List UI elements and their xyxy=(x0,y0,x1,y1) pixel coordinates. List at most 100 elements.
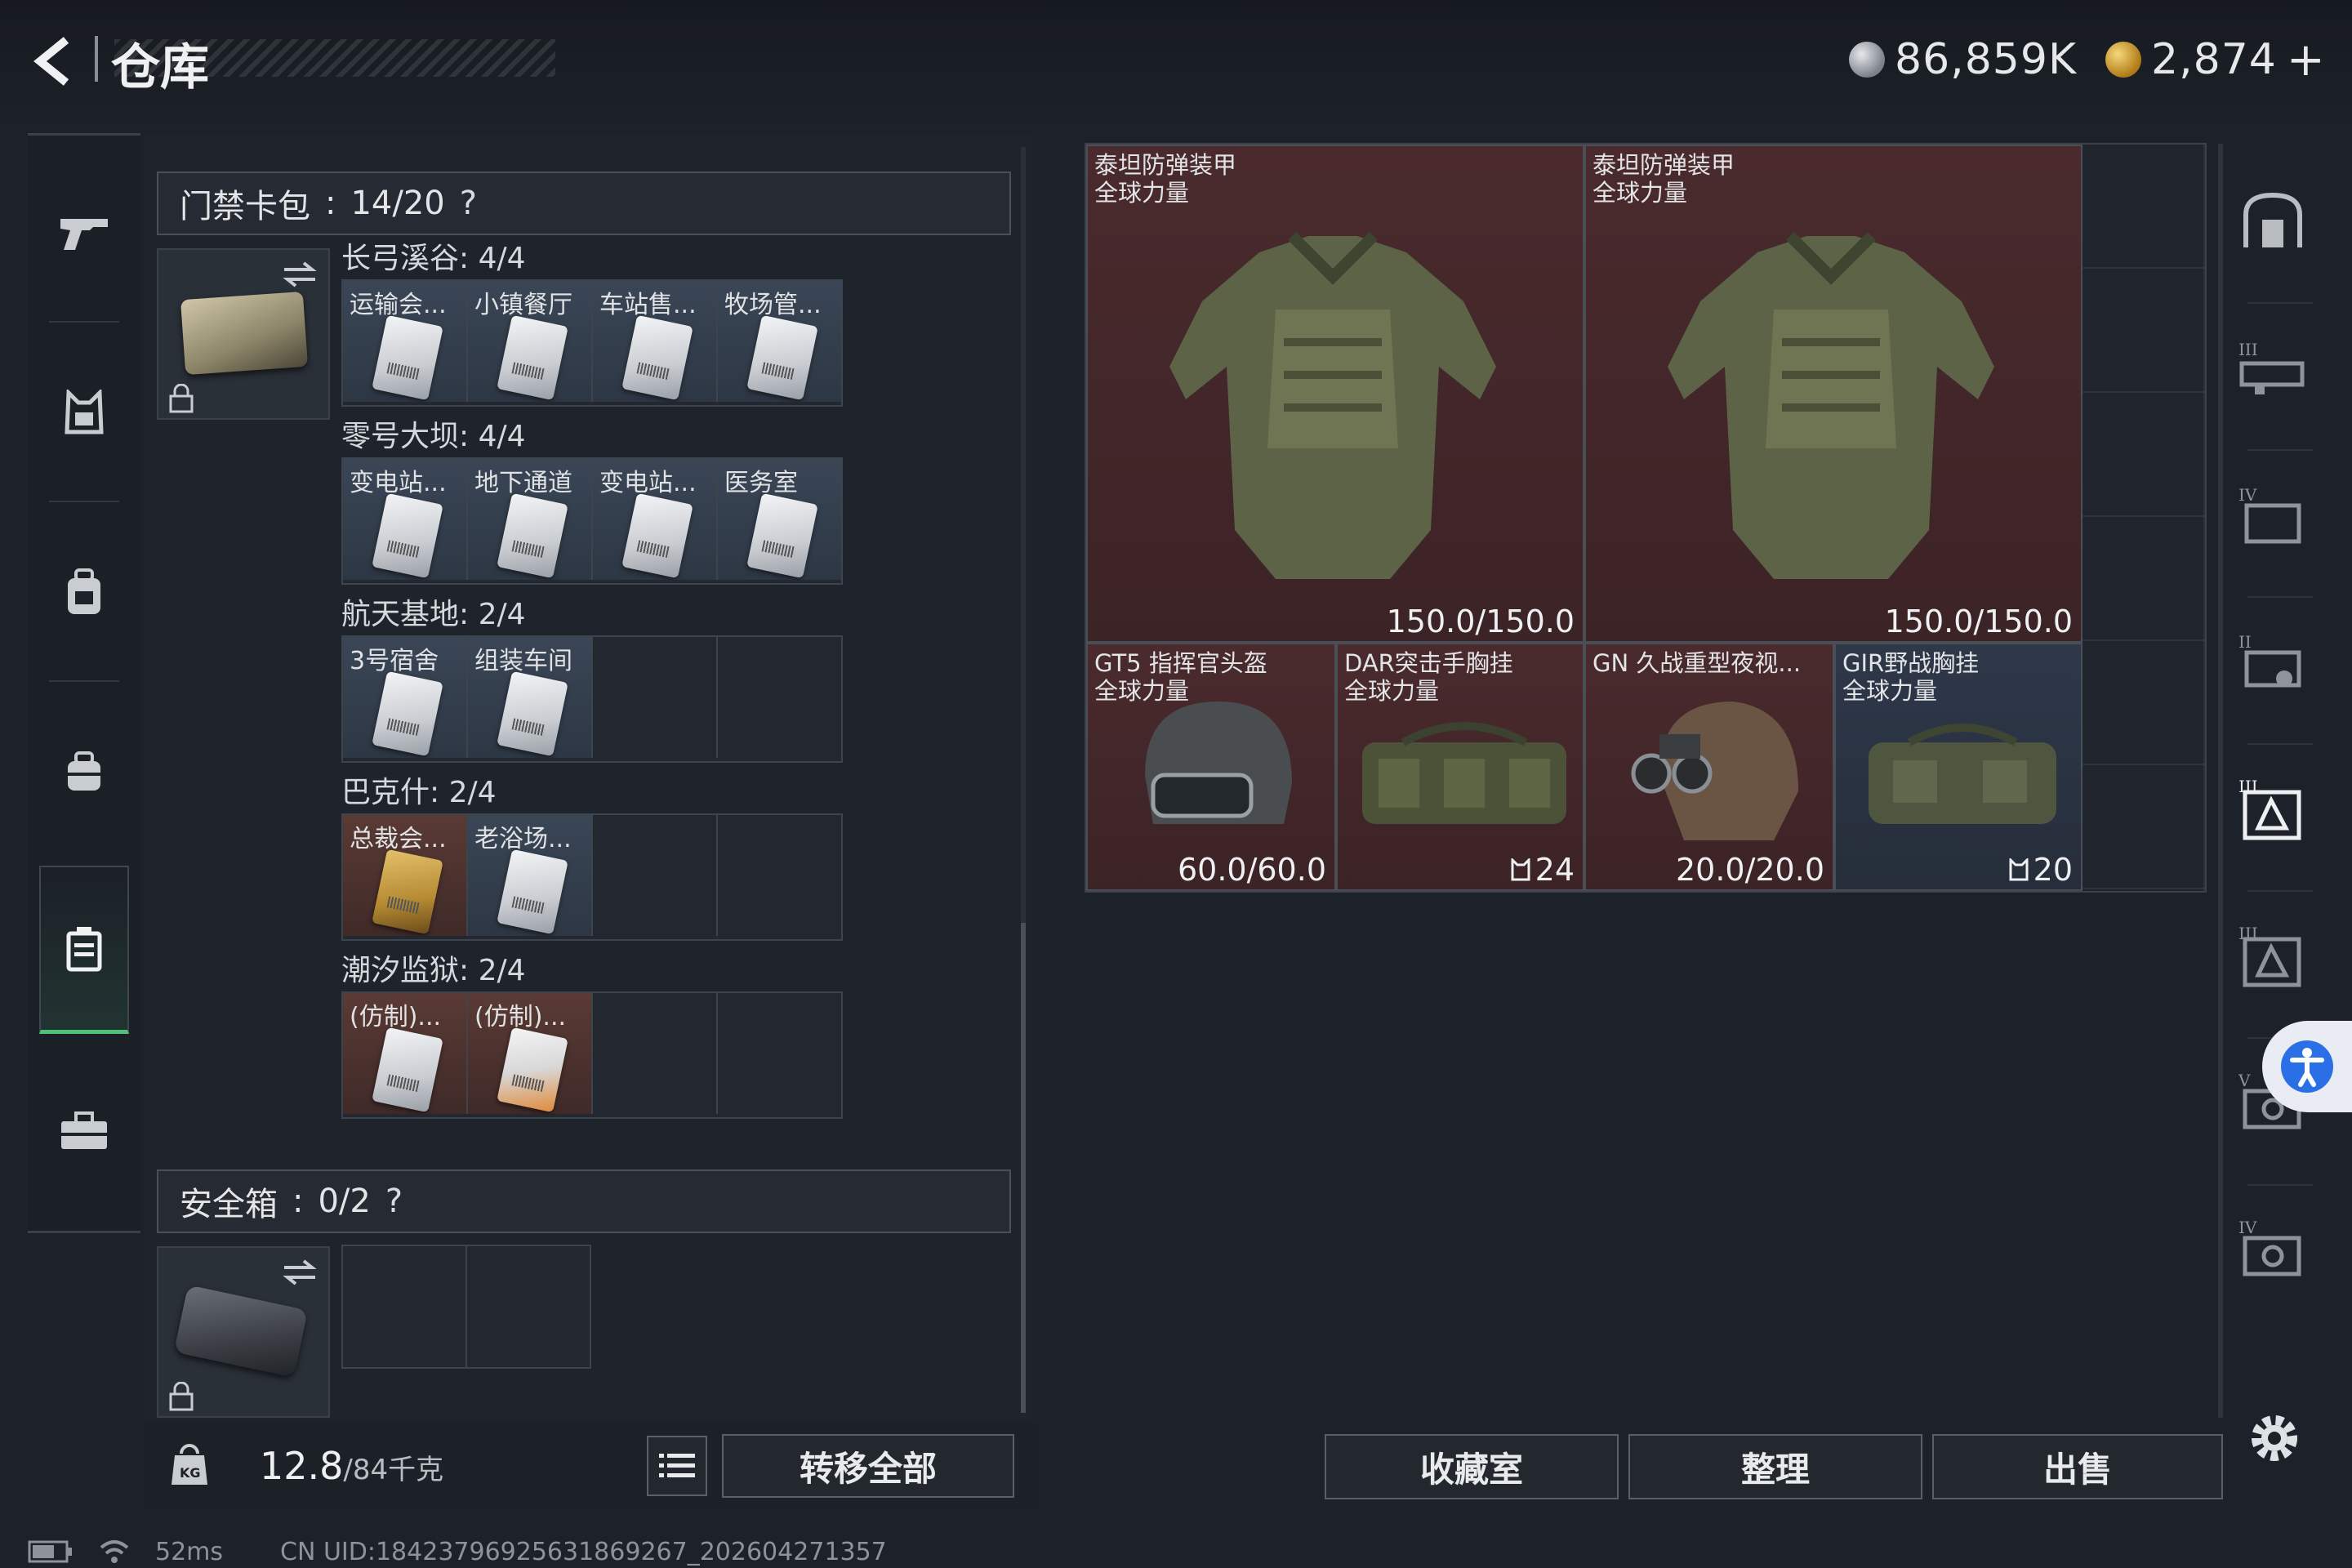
stash-item-gn-nvg-helmet[interactable]: GN 久战重型夜视... 20.0/20.0 xyxy=(1584,643,1834,891)
keycard-image xyxy=(372,492,443,579)
item-name: 泰坦防弹装甲 xyxy=(1592,151,1735,179)
item-faction: 全球力量 xyxy=(1592,179,1688,207)
keycard-container-slot[interactable] xyxy=(157,248,330,420)
keycard-image xyxy=(497,849,568,935)
nav-keycard-active[interactable] xyxy=(39,866,129,1034)
empty-keycard-slot[interactable] xyxy=(718,993,841,1114)
gold-amount: 2,874 xyxy=(2151,35,2277,84)
back-arrow-icon xyxy=(33,37,69,86)
settings-button[interactable] xyxy=(2246,1410,2303,1467)
organize-button[interactable]: 整理 xyxy=(1628,1434,1922,1499)
stash-scrollbar[interactable] xyxy=(2218,144,2223,1418)
add-currency-button[interactable]: + xyxy=(2287,33,2326,87)
keycard-slot[interactable]: 3号宿舍 xyxy=(343,637,468,758)
nav-briefcase[interactable] xyxy=(28,1045,140,1217)
empty-keycard-slot[interactable] xyxy=(718,815,841,936)
box-icon: IV xyxy=(2238,485,2301,544)
nav-weapon[interactable] xyxy=(28,147,140,318)
lock-icon xyxy=(169,1382,194,1411)
group-label-dam: 零号大坝: 4/4 xyxy=(341,420,526,453)
rnav-tier-3-a[interactable]: III xyxy=(2234,310,2312,425)
nvg-helmet-image xyxy=(1631,702,1798,840)
rnav-tier-4-a[interactable]: IV xyxy=(2234,457,2312,572)
chest-rig-image xyxy=(1869,724,2056,824)
stash-item-gt5-helmet[interactable]: GT5 指挥官头盔 全球力量 60.0/60.0 xyxy=(1086,643,1336,891)
keycard-image xyxy=(746,314,818,401)
back-button[interactable] xyxy=(24,33,82,90)
svg-text:IV: IV xyxy=(2238,1218,2257,1237)
keycard-slot[interactable]: 小镇餐厅 xyxy=(468,281,593,402)
safe-container-slot[interactable] xyxy=(157,1246,330,1418)
empty-safe-slot[interactable] xyxy=(343,1246,467,1367)
silver-currency[interactable]: 86,859K xyxy=(1849,31,2077,88)
nav-armor[interactable] xyxy=(28,327,140,498)
durability-value: 150.0/150.0 xyxy=(1884,604,2073,639)
keycard-slot[interactable]: 车站售... xyxy=(593,281,718,402)
keycard-slot[interactable]: 组装车间 xyxy=(468,637,593,758)
body-armor-image xyxy=(1668,232,1994,579)
keycard-slot[interactable]: 运输会... xyxy=(343,281,468,402)
keycard-slot[interactable]: (仿制)... xyxy=(468,993,593,1114)
stash-item-titan-armor[interactable]: 泰坦防弹装甲 全球力量 150.0/150.0 xyxy=(1584,145,2082,643)
nav-separator xyxy=(49,501,119,502)
stash-item-gir-chest-rig[interactable]: GIR野战胸挂 全球力量 20 xyxy=(1834,643,2082,891)
rnav-tier-3-b[interactable]: III xyxy=(2234,898,2312,1013)
collection-room-button[interactable]: 收藏室 xyxy=(1325,1434,1619,1499)
keycard-groups: 长弓溪谷: 4/4 运输会... 小镇餐厅 车站售... 牧场管... 零号大坝… xyxy=(341,238,848,1119)
nav-bag[interactable] xyxy=(28,686,140,858)
empty-keycard-slot[interactable] xyxy=(593,993,718,1114)
keycard-image xyxy=(372,1027,443,1113)
rnav-tier-2[interactable]: II xyxy=(2234,604,2312,719)
keycard-slot[interactable]: 地下通道 xyxy=(468,459,593,580)
accessibility-button[interactable] xyxy=(2262,1021,2352,1112)
keycard-slot[interactable]: 变电站... xyxy=(593,459,718,580)
keycard-row-longbow: 运输会... 小镇餐厅 车站售... 牧场管... xyxy=(341,279,843,407)
armor-icon xyxy=(65,390,104,434)
empty-keycard-slot[interactable] xyxy=(593,815,718,936)
group-label-bakesh: 巴克什: 2/4 xyxy=(341,776,497,809)
weight-max: /84千克 xyxy=(343,1454,444,1486)
keycard-slot[interactable]: 医务室 xyxy=(718,459,841,580)
gold-currency[interactable]: 2,874 + xyxy=(2105,31,2326,88)
keycard-help-button[interactable]: ? xyxy=(460,185,477,222)
keycard-slot[interactable]: 总裁会... xyxy=(343,815,468,936)
keycard-slot[interactable]: 老浴场... xyxy=(468,815,593,936)
sell-button[interactable]: 出售 xyxy=(1932,1434,2223,1499)
left-scrollbar-thumb[interactable] xyxy=(1021,923,1026,1413)
nav-backpack[interactable] xyxy=(28,506,140,678)
transfer-all-button[interactable]: 转移全部 xyxy=(722,1434,1014,1498)
list-view-button[interactable] xyxy=(647,1436,707,1496)
keycard-image xyxy=(621,314,693,401)
empty-keycard-slot[interactable] xyxy=(593,637,718,758)
keycard-slot[interactable]: (仿制)... xyxy=(343,993,468,1114)
item-faction: 全球力量 xyxy=(1842,677,1938,705)
keycard-slot[interactable]: 牧场管... xyxy=(718,281,841,402)
nav-separator xyxy=(2247,743,2313,745)
keycard-row-prison: (仿制)... (仿制)... xyxy=(341,991,843,1119)
empty-safe-slot[interactable] xyxy=(467,1246,590,1367)
group-label-prison: 潮汐监狱: 2/4 xyxy=(341,954,526,987)
safe-help-button[interactable]: ? xyxy=(385,1183,403,1220)
status-line: 52ms CN UID:18423796925631869267_2026042… xyxy=(28,1535,887,1568)
keycard-row-dam: 变电站... 地下通道 变电站... 医务室 xyxy=(341,457,843,585)
stash-item-titan-armor[interactable]: 泰坦防弹装甲 全球力量 150.0/150.0 xyxy=(1086,145,1584,643)
rnav-tier-4-b[interactable]: IV xyxy=(2234,1192,2312,1307)
rnav-all[interactable] xyxy=(2234,163,2312,278)
stash-item-dar-chest-rig[interactable]: DAR突击手胸挂 全球力量 24 xyxy=(1336,643,1584,891)
keycard-slot[interactable]: 变电站... xyxy=(343,459,468,580)
keycard-image xyxy=(497,314,568,401)
empty-keycard-slot[interactable] xyxy=(718,637,841,758)
swap-icon[interactable] xyxy=(279,258,320,291)
rnav-tech-box[interactable]: III xyxy=(2234,751,2312,866)
nav-separator xyxy=(2247,302,2313,304)
nav-separator xyxy=(2247,449,2313,451)
keycard-image xyxy=(372,314,443,401)
battery-icon xyxy=(28,1540,72,1563)
svg-text:II: II xyxy=(2238,632,2252,652)
vest-small-icon xyxy=(2009,858,2029,881)
swap-icon[interactable] xyxy=(279,1256,320,1289)
durability-value: 20.0/20.0 xyxy=(1675,852,1824,888)
page-title: 仓库 xyxy=(111,39,209,96)
group-label-spacebase: 航天基地: 2/4 xyxy=(341,598,526,631)
item-name: 泰坦防弹装甲 xyxy=(1094,151,1237,179)
